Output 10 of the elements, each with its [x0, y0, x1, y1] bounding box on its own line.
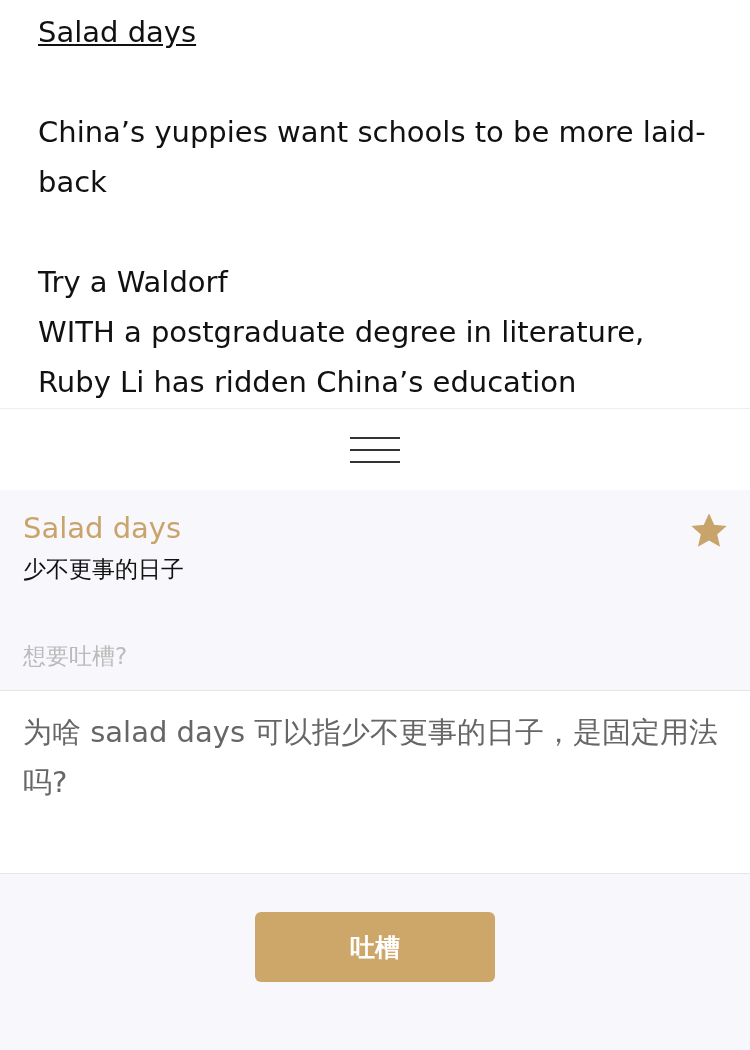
drag-handle-icon[interactable]	[350, 436, 400, 463]
section-title: Try a Waldorf	[38, 264, 230, 301]
comment-field[interactable]: 为啥 salad days 可以指少不更事的日子，是固定用法吗?	[0, 690, 750, 874]
article-body: WITH a postgraduate degree in literature, Ruby Li has ridden China’s education	[38, 314, 646, 401]
comment-prompt: 想要吐槽?	[22, 642, 129, 671]
article-headline: Salad days	[38, 14, 197, 51]
star-icon[interactable]	[691, 514, 727, 548]
article-subtitle: China’s yuppies want schools to be more laid-back	[38, 114, 707, 201]
term-title: Salad days	[23, 510, 183, 547]
term-translation: 少不更事的日子	[23, 555, 184, 584]
